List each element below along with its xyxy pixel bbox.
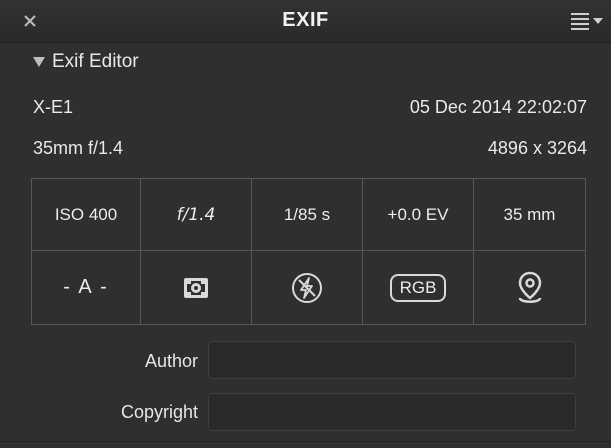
panel-title: EXIF [282,9,329,31]
color-space-cell: RGB [363,251,474,324]
exif-grid: ISO 400 f/1.4 1/85 s +0.0 EV 35 mm - A - [31,178,586,325]
panel-menu-icon[interactable] [569,11,605,31]
title-bar: EXIF [0,0,611,43]
shutter-speed-value: 1/85 s [252,179,363,251]
location-cell[interactable] [474,251,585,324]
author-field[interactable] [208,341,576,379]
flash-mode-cell [252,251,363,324]
section-title: Exif Editor [52,51,139,72]
iso-value: ISO 400 [32,179,141,251]
camera-model: X-E1 [33,97,74,117]
exif-panel: EXIF Exif Editor X-E1 05 Dec 2014 22:02:… [0,0,611,448]
copyright-field[interactable] [208,393,576,431]
exif-editor-section-header[interactable]: Exif Editor [0,43,611,83]
metering-icon [184,277,208,298]
exposure-mode-value: - A - [32,251,141,324]
author-label: Author [144,351,198,371]
color-space-badge: RGB [389,273,447,302]
flash-off-icon [292,272,322,303]
copyright-label: Copyright [120,402,198,422]
divider [0,441,611,442]
lens-info: 35mm f/1.4 [33,138,124,158]
aperture-value: f/1.4 [141,179,252,251]
image-dimensions: 4896 x 3264 [487,138,587,158]
capture-datetime: 05 Dec 2014 22:02:07 [409,97,587,117]
focal-length-value: 35 mm [474,179,585,251]
exposure-bias-value: +0.0 EV [363,179,474,251]
location-pin-icon [518,271,541,303]
metering-mode-cell [141,251,252,324]
disclosure-triangle-icon[interactable] [33,56,45,68]
